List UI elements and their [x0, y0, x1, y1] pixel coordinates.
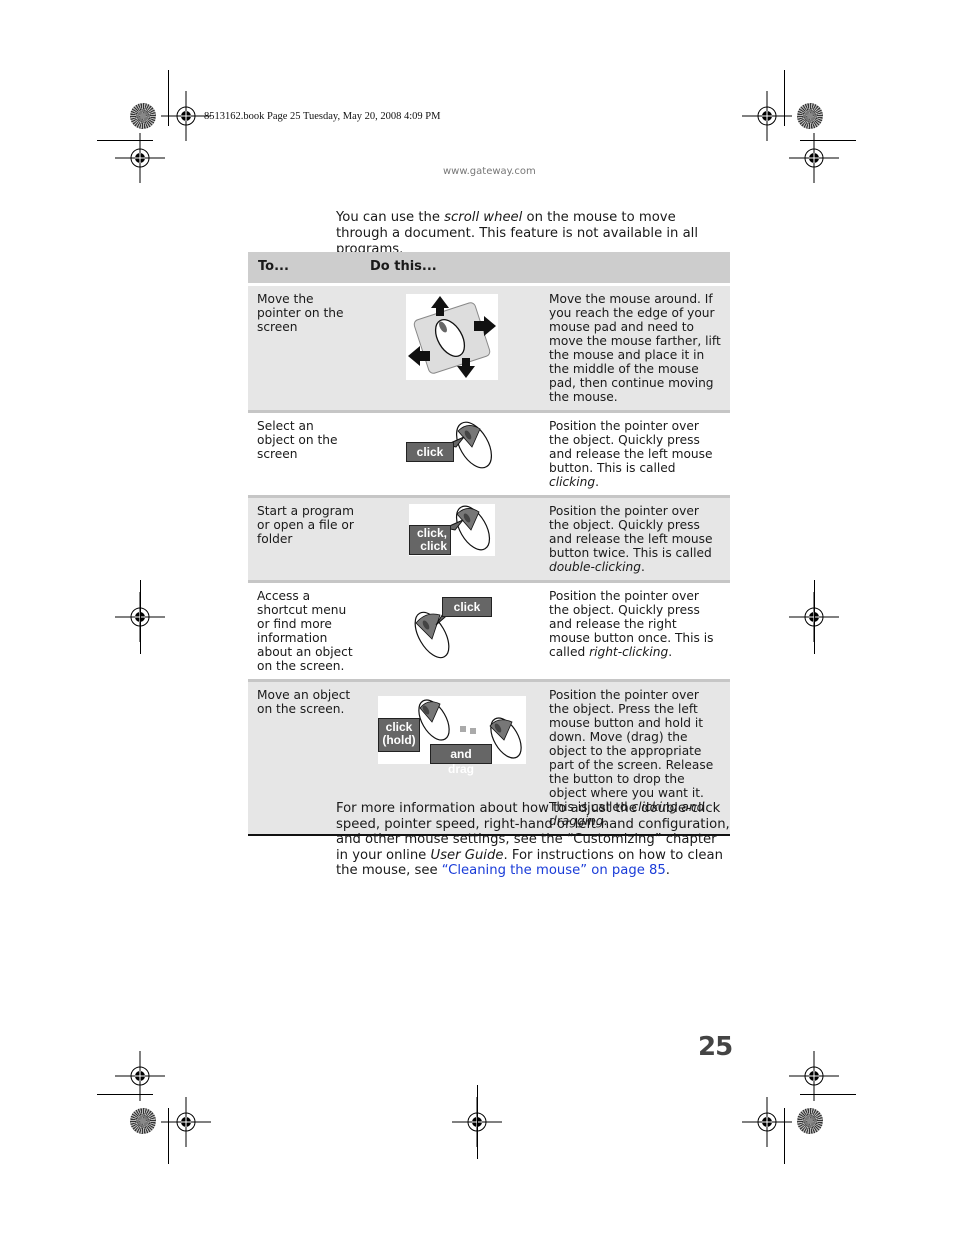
action-label: Start a program or open a file or folder	[248, 496, 364, 583]
mouse-pad-arrows-icon	[408, 295, 496, 378]
print-slug: 8513162.book Page 25 Tuesday, May 20, 20…	[204, 111, 441, 122]
click-label: click	[406, 441, 454, 462]
registration-mark-icon	[789, 133, 839, 183]
page-number: 25	[698, 1032, 733, 1062]
registration-mark-icon	[115, 133, 165, 183]
registration-mark-icon	[161, 1097, 211, 1147]
header-do-this: Do this...	[364, 252, 730, 286]
color-target-icon	[130, 1108, 156, 1134]
action-description: Move the mouse around. If you reach the …	[540, 284, 730, 413]
left-click-illustration: click	[406, 418, 498, 471]
cleaning-the-mouse-link[interactable]: “Cleaning the mouse” on page 85	[442, 863, 666, 878]
action-description: Position the pointer over the object. Qu…	[540, 496, 730, 583]
registration-mark-icon	[115, 1051, 165, 1101]
mouse-move-illustration	[406, 293, 498, 380]
action-label: Access a shortcut menu or find more info…	[248, 581, 364, 682]
registration-mark-icon	[742, 1097, 792, 1147]
crop-mark	[140, 580, 141, 654]
click-hold-label: click (hold)	[378, 717, 420, 752]
color-target-icon	[797, 1108, 823, 1134]
crop-mark	[814, 580, 815, 654]
table-header-row: To... Do this...	[248, 252, 730, 286]
action-description: Position the pointer over the object. Qu…	[540, 411, 730, 498]
color-target-icon	[130, 103, 156, 129]
action-description: Position the pointer over the object. Qu…	[540, 581, 730, 682]
intro-paragraph: You can use the scroll wheel on the mous…	[336, 210, 698, 257]
outro-paragraph: For more information about how to adjust…	[336, 801, 730, 879]
action-label: Move the pointer on the screen	[248, 284, 364, 413]
action-label: Select an object on the screen	[248, 411, 364, 498]
registration-mark-icon	[742, 91, 792, 141]
table-row: Select an object on the screen click Pos…	[248, 411, 730, 498]
header-to: To...	[248, 252, 364, 286]
term-scroll-wheel: scroll wheel	[444, 210, 523, 225]
mouse-actions-table: To... Do this... Move the pointer on the…	[248, 252, 730, 836]
table-row: Start a program or open a file or folder…	[248, 496, 730, 583]
registration-mark-icon	[789, 1051, 839, 1101]
website-url: www.gateway.com	[443, 166, 536, 177]
double-click-illustration: click, click	[409, 503, 495, 556]
color-target-icon	[797, 103, 823, 129]
table-row: Access a shortcut menu or find more info…	[248, 581, 730, 682]
user-guide-reference: User Guide	[430, 847, 504, 863]
and-drag-label: and drag	[430, 743, 492, 776]
right-click-illustration: click	[412, 588, 492, 661]
click-label: click	[442, 596, 492, 617]
double-click-label: click, click	[409, 524, 451, 555]
table-row: Move the pointer on the screen Move the …	[248, 284, 730, 413]
crop-mark	[477, 1085, 478, 1159]
click-and-drag-illustration: click (hold) and drag	[378, 695, 526, 776]
